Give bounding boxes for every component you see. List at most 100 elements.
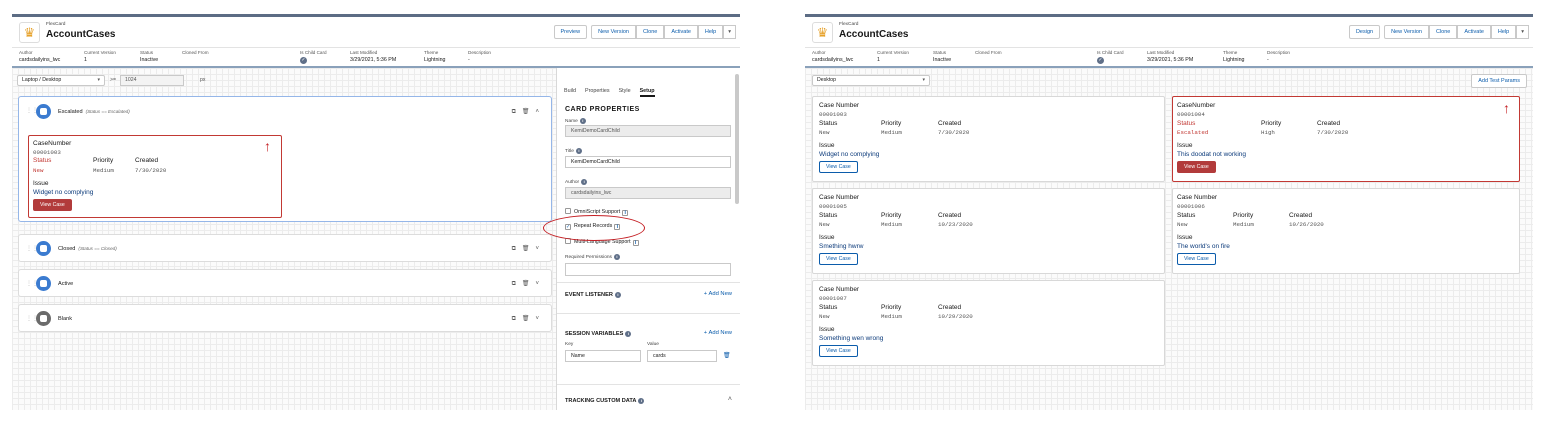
panel-scrollbar[interactable] — [735, 74, 739, 204]
theme-field: Theme Lightning — [1223, 50, 1245, 63]
tab-build[interactable]: Build — [564, 88, 576, 97]
chevron-up-icon[interactable]: ˄ — [535, 109, 545, 115]
view-case-button[interactable]: View Case — [1177, 253, 1216, 265]
title-input[interactable]: KemiDemoCardChild — [565, 156, 731, 168]
created-value: 10/26/2020 — [1289, 221, 1324, 228]
case-card-escalated: ↑ CaseNumber 00001004 Status Escalated P… — [1172, 96, 1520, 182]
case-number-label: CaseNumber — [1177, 102, 1216, 109]
trash-icon[interactable]: 🗑 — [522, 109, 536, 115]
copy-icon[interactable]: ⧉ — [512, 281, 522, 287]
preview-window: ♛ FlexCard AccountCases Design New Versi… — [805, 14, 1533, 410]
issue-value: Widget no complying — [819, 151, 880, 158]
name-input: KemiDemoCardChild — [565, 125, 731, 137]
help-button[interactable]: Help — [1490, 25, 1517, 39]
state-condition: (Status == Escalated) — [85, 109, 130, 114]
name-label: Name — [565, 119, 578, 124]
trash-icon[interactable]: 🗑 — [522, 246, 536, 252]
child-card-field: Is Child Card ✓ — [300, 50, 327, 64]
case-number-label: Case Number — [819, 286, 860, 293]
priority-label: Priority — [881, 120, 902, 127]
title-label: Title — [565, 149, 574, 154]
priority-label: Priority — [1233, 212, 1254, 219]
status-label: Status — [819, 304, 838, 311]
tab-setup[interactable]: Setup — [639, 88, 655, 97]
width-input[interactable]: 1024 — [120, 75, 184, 86]
trash-icon[interactable]: 🗑 — [522, 316, 536, 322]
author-input: cardsdailyins_lwc — [565, 187, 731, 199]
design-canvas: Laptop / Desktop ▾ >= 1024 px ⋮⋮ Escalate… — [12, 68, 556, 410]
panel-heading: CARD PROPERTIES — [565, 106, 640, 113]
status-field: Status Inactive — [140, 50, 159, 63]
state-blank[interactable]: ⋮⋮ Blank ⧉🗑˅ — [18, 304, 552, 332]
status-value: New — [33, 167, 44, 174]
tab-style[interactable]: Style — [619, 88, 631, 97]
copy-icon[interactable]: ⧉ — [512, 316, 522, 322]
state-closed[interactable]: ⋮⋮ Closed (Status == Closed) ⧉🗑˅ — [18, 234, 552, 262]
design-button[interactable]: Design — [1348, 25, 1381, 39]
app-title: AccountCases — [839, 29, 909, 40]
state-escalated[interactable]: ⋮⋮ Escalated (Status == Escalated) ⧉🗑˄ ↑ … — [18, 96, 552, 222]
view-case-button[interactable]: View Case — [1177, 161, 1216, 173]
state-name: Active — [58, 281, 74, 287]
view-case-button[interactable]: View Case — [819, 253, 858, 265]
child-card-field: Is Child Card ✓ — [1097, 50, 1124, 64]
help-button[interactable]: Help — [697, 25, 724, 39]
device-select[interactable]: Laptop / Desktop ▾ — [17, 75, 105, 86]
chevron-down-icon[interactable]: ˅ — [535, 316, 545, 322]
status-value: New — [819, 221, 830, 228]
add-session-variable-button[interactable]: + Add New — [704, 330, 732, 336]
description-field: Description - — [1267, 50, 1290, 63]
state-actions: ⧉🗑˅ — [512, 315, 545, 323]
tab-properties[interactable]: Properties — [585, 88, 610, 97]
case-number-label: CaseNumber — [33, 140, 72, 147]
state-active[interactable]: ⋮⋮ Active ⧉🗑˅ — [18, 269, 552, 297]
created-value: 10/29/2020 — [938, 313, 973, 320]
author-field: Author cardsdailyins_lwc — [19, 50, 61, 63]
device-select[interactable]: Desktop ▾ — [812, 75, 930, 86]
new-version-button[interactable]: New Version — [591, 25, 636, 39]
meta-bar: Author cardsdailyins_lwc Current Version 1… — [805, 48, 1533, 68]
view-case-button[interactable]: View Case — [33, 199, 72, 211]
preview-button[interactable]: Preview — [553, 25, 588, 39]
info-icon: i — [625, 331, 632, 337]
activate-button[interactable]: Activate — [1457, 25, 1491, 39]
copy-icon[interactable]: ⧉ — [512, 109, 522, 115]
trash-icon[interactable]: 🗑 — [522, 281, 536, 287]
version-field: Current Version 1 — [877, 50, 909, 63]
app-type-label: FlexCard — [46, 22, 66, 27]
chevron-down-icon[interactable]: ˅ — [535, 246, 545, 252]
clone-button[interactable]: Clone — [635, 25, 665, 39]
chevron-up-icon[interactable]: ˄ — [728, 396, 732, 403]
add-test-params-button[interactable]: Add Test Params — [1471, 74, 1527, 88]
priority-value: High — [1261, 129, 1275, 136]
clone-button[interactable]: Clone — [1428, 25, 1458, 39]
view-case-button[interactable]: View Case — [819, 161, 858, 173]
theme-field: Theme Lightning — [424, 50, 446, 63]
author-field: Author cardsdailyins_lwc — [812, 50, 854, 63]
issue-label: Issue — [819, 326, 835, 333]
description-field: Description - — [468, 50, 491, 63]
created-value: 7/30/2020 — [938, 129, 970, 136]
info-icon: i — [579, 118, 586, 124]
more-dropdown-button[interactable]: ▾ — [1516, 25, 1529, 39]
state-actions: ⧉🗑˅ — [512, 280, 545, 288]
created-label: Created — [1289, 212, 1313, 219]
created-value: 10/23/2020 — [938, 221, 973, 228]
header-buttons: Preview New Version Clone Activate Help … — [551, 25, 736, 39]
new-version-button[interactable]: New Version — [1384, 25, 1429, 39]
info-icon: i — [581, 179, 588, 185]
permissions-input[interactable] — [565, 263, 731, 276]
add-event-listener-button[interactable]: + Add New — [704, 291, 732, 297]
priority-label: Priority — [881, 304, 902, 311]
activate-button[interactable]: Activate — [664, 25, 698, 39]
session-value-input[interactable]: cards — [647, 350, 717, 362]
copy-icon[interactable]: ⧉ — [512, 246, 522, 252]
modified-field: Last Modified 3/29/2021, 5:36 PM — [350, 50, 397, 63]
chevron-down-icon[interactable]: ˅ — [535, 281, 545, 287]
view-case-button[interactable]: View Case — [819, 345, 858, 357]
issue-label: Issue — [1177, 234, 1193, 241]
meta-bar: Author cardsdailyins_lwc Current Version 1… — [12, 48, 740, 68]
more-dropdown-button[interactable]: ▾ — [723, 25, 736, 39]
delete-variable-icon[interactable]: 🗑 — [723, 352, 731, 359]
session-key-input[interactable]: Name — [565, 350, 641, 362]
